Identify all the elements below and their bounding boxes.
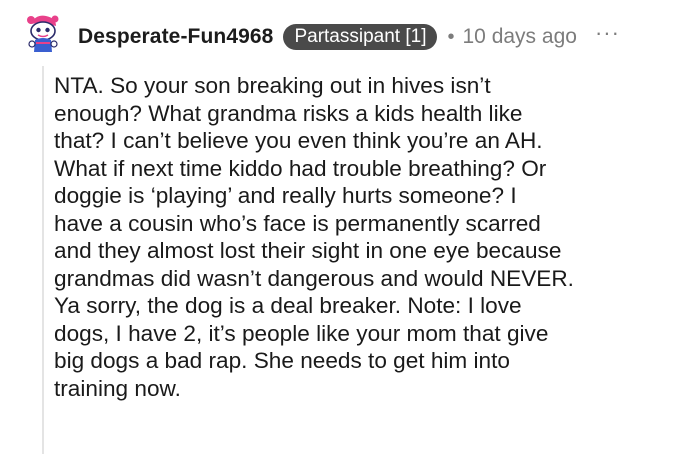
comment-line: Ya sorry, the dog is a deal breaker. Not… <box>54 293 522 318</box>
separator-dot: • <box>447 25 455 48</box>
comment-line: and they almost lost their sight in one … <box>54 238 562 263</box>
timestamp-link[interactable]: 10 days ago <box>463 25 577 49</box>
comment-header: Desperate-Fun4968 Partassipant [1] • 10 … <box>78 20 620 54</box>
username-link[interactable]: Desperate-Fun4968 <box>78 25 273 49</box>
thread-line[interactable] <box>42 66 44 454</box>
comment-line: enough? What grandma risks a kids health… <box>54 100 523 126</box>
comment-body: NTA. So your son breaking out in hives i… <box>54 72 684 402</box>
comment-line: training now. <box>54 375 181 401</box>
snoo-avatar-icon[interactable] <box>22 12 64 54</box>
comment-line: dogs, I have 2, it’s people like your mo… <box>54 320 549 346</box>
comment-line: doggie is ‘playing’ and really hurts som… <box>54 183 517 208</box>
user-flair-badge: Partassipant [1] <box>283 24 438 50</box>
comment-line: big dogs a bad rap. She needs to get him… <box>54 348 510 373</box>
ellipsis-icon[interactable]: ··· <box>595 20 620 46</box>
comment: Desperate-Fun4968 Partassipant [1] • 10 … <box>0 0 700 454</box>
comment-line: have a cousin who’s face is permanently … <box>54 210 541 236</box>
comment-line: that? I can’t believe you even think you… <box>54 128 543 153</box>
comment-line: grandmas did wasn’t dangerous and would … <box>54 265 574 291</box>
comment-line: What if next time kiddo had trouble brea… <box>54 155 547 181</box>
comment-line: NTA. So your son breaking out in hives i… <box>54 73 491 98</box>
